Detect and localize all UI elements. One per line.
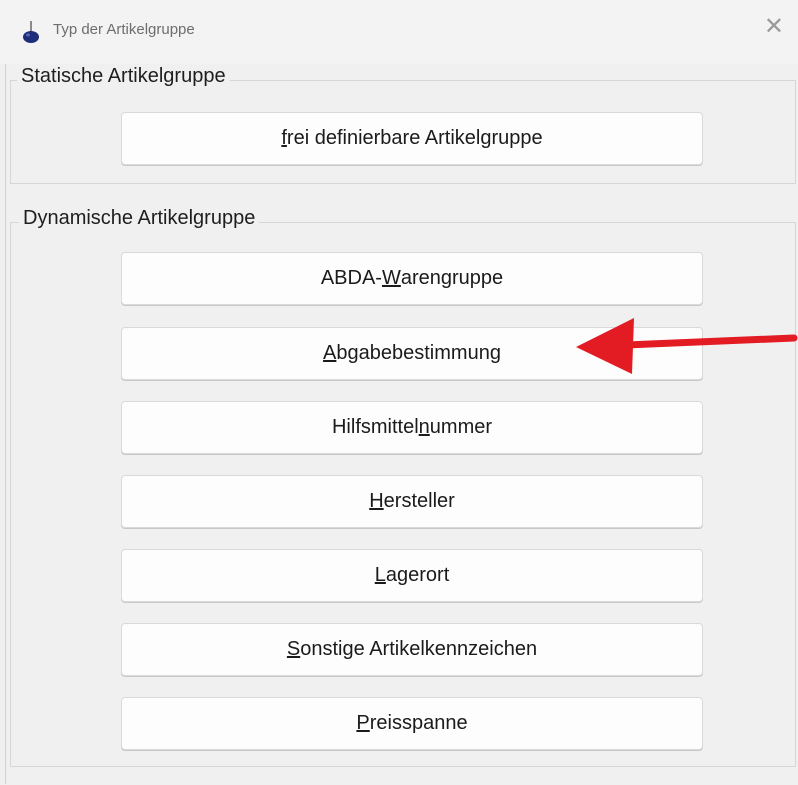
accelerator-key: H	[369, 490, 384, 512]
title-bar: Typ der Artikelgruppe ✕	[0, 0, 798, 64]
accelerator-key: L	[374, 564, 386, 586]
lagerort-button[interactable]: Lagerort	[121, 549, 703, 602]
preisspanne-button[interactable]: Preisspanne	[121, 697, 703, 750]
accelerator-key: W	[381, 267, 401, 289]
hilfsmittelnummer-button[interactable]: Hilfsmittel n ummer	[121, 401, 703, 454]
abda-warengruppe-button[interactable]: ABDA- Warengruppe	[121, 252, 703, 305]
dynamic-group-legend: Dynamische Artikelgruppe	[19, 207, 260, 230]
static-group-box: Statische Artikelgruppe f rei definierbar…	[10, 65, 796, 184]
free-group-button[interactable]: f rei definierbare Artikelgruppe	[121, 112, 703, 165]
close-icon[interactable]: ✕	[764, 15, 784, 39]
accelerator-key: S	[286, 638, 301, 660]
dynamic-group-box: Dynamische Artikelgruppe ABDA- Warengrup…	[10, 207, 796, 767]
red-arrow-annotation	[576, 318, 798, 374]
accelerator-key: A	[323, 342, 337, 364]
window-border	[5, 64, 6, 784]
flask-icon	[23, 21, 39, 43]
static-group-legend: Statische Artikelgruppe	[17, 65, 230, 88]
window-title: Typ der Artikelgruppe	[53, 21, 195, 38]
hersteller-button[interactable]: Hersteller	[121, 475, 703, 528]
accelerator-key: n	[418, 416, 430, 438]
sonstige-artikelkennzeichen-button[interactable]: Sonstige Artikelkennzeichen	[121, 623, 703, 676]
accelerator-key: P	[356, 712, 370, 734]
